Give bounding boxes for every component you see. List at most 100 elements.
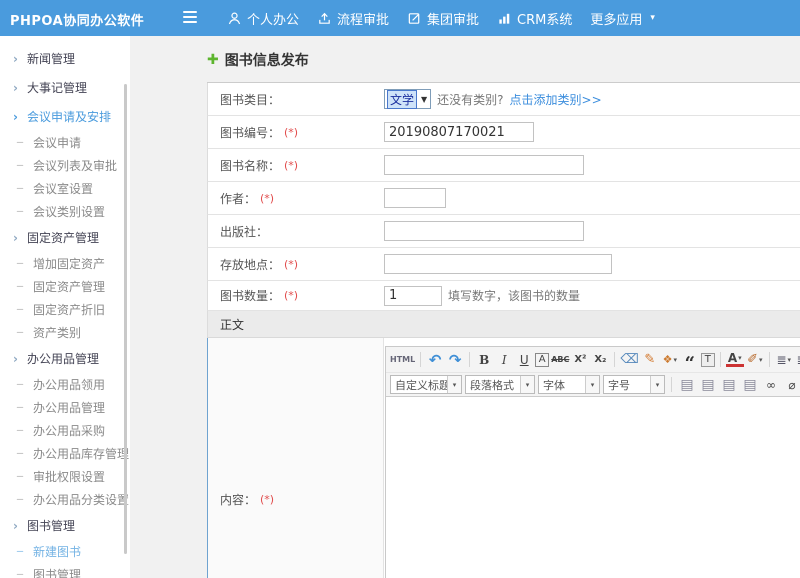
add-category-link[interactable]: 点击添加类别>> [510,91,602,108]
hamburger-menu-icon[interactable] [183,11,199,25]
nav-more-apps[interactable]: 更多应用 ▾ [590,9,655,28]
ordered-list-button[interactable]: ≣▾ [775,351,793,369]
sidebar-item-meeting-apply[interactable]: — 会议申请 [0,131,130,154]
font-size-select[interactable]: 字号 ▾ [603,375,665,394]
blockquote-button[interactable]: “ [681,351,699,369]
toolbar-separator [614,352,615,367]
align-left-button[interactable]: ▤ [678,376,696,394]
form-row-content: 内容： (*) HTML ↶ ↷ B I U A ABC [207,338,800,578]
sidebar-item-book-management[interactable]: › 图书管理 [0,511,130,540]
sidebar-label: 办公用品库存管理 [33,445,129,462]
sidebar-item-news-management[interactable]: › 新闻管理 [0,44,130,73]
main-content: ✚ 图书信息发布 图书类目： 文学 ▼ 还没有类别? 点击添加类别>> 图书编号… [130,36,800,578]
sidebar-item-supplies-purchase[interactable]: — 办公用品采购 [0,419,130,442]
sidebar-scrollbar[interactable] [124,84,127,554]
required-marker: (*) [260,192,274,205]
chevron-right-icon: › [13,519,18,533]
link-button[interactable]: ∞ [762,376,780,394]
sidebar-item-office-supplies-management[interactable]: › 办公用品管理 [0,344,130,373]
sidebar-label: 办公用品采购 [33,422,105,439]
sidebar-item-supplies-manage[interactable]: — 办公用品管理 [0,396,130,419]
html-source-button[interactable]: HTML [390,351,415,369]
sidebar-item-meeting-category-settings[interactable]: — 会议类别设置 [0,200,130,223]
sidebar-label: 办公用品领用 [33,376,105,393]
sidebar-item-supplies-category-settings[interactable]: — 办公用品分类设置 [0,488,130,511]
form-row-code: 图书编号： (*) [207,116,800,149]
compose-icon [407,11,422,26]
custom-heading-select[interactable]: 自定义标题 ▾ [390,375,462,394]
author-input[interactable] [384,188,446,208]
toolbar-separator [671,377,672,392]
quantity-input[interactable] [384,286,442,306]
dash-icon: — [17,137,24,148]
sidebar-item-meeting-management[interactable]: › 会议申请及安排 [0,102,130,131]
sidebar-label: 固定资产折旧 [33,301,105,318]
nav-label: CRM系统 [517,9,572,28]
body-section-header: 正文 [207,311,800,338]
location-input[interactable] [384,254,612,274]
sidebar-label: 增加固定资产 [33,255,105,272]
nav-personal-office[interactable]: 个人办公 [227,9,299,28]
toolbar-separator [469,352,470,367]
sidebar-item-approval-permission-settings[interactable]: — 审批权限设置 [0,465,130,488]
quick-format-button[interactable]: ❖▾ [661,351,679,369]
bold-button[interactable]: B [475,351,493,369]
underline-button[interactable]: U [515,351,533,369]
strikethrough-button[interactable]: ABC [551,351,569,369]
align-right-button[interactable]: ▤ [720,376,738,394]
unordered-list-button[interactable]: ≣▾ [795,351,800,369]
unlink-button[interactable]: ⌀ [783,376,800,394]
sidebar-item-book-manage[interactable]: — 图书管理 [0,563,130,578]
form-row-author: 作者： (*) [207,182,800,215]
category-hint: 还没有类别? [437,91,503,108]
sidebar-item-memorabilia-management[interactable]: › 大事记管理 [0,73,130,102]
category-select[interactable]: 文学 ▼ [384,89,431,109]
sidebar-label: 新闻管理 [27,50,75,67]
superscript-button[interactable]: X² [571,351,589,369]
paste-plain-button[interactable]: T [701,353,715,367]
sidebar-item-fixed-assets-management[interactable]: › 固定资产管理 [0,223,130,252]
redo-button[interactable]: ↷ [446,351,464,369]
text-color-button[interactable]: A▾ [726,352,744,367]
chevron-right-icon: › [13,352,18,366]
sidebar-item-meeting-list-approval[interactable]: — 会议列表及审批 [0,154,130,177]
sidebar-item-meeting-room-settings[interactable]: — 会议室设置 [0,177,130,200]
nav-group-approval[interactable]: 集团审批 [407,9,479,28]
dash-icon: — [17,471,24,482]
nav-workflow-approval[interactable]: 流程审批 [317,9,389,28]
nav-crm-system[interactable]: CRM系统 [497,9,572,28]
chevron-right-icon: › [13,110,18,124]
sidebar-label: 新建图书 [33,543,81,560]
font-family-select[interactable]: 字体 ▾ [538,375,600,394]
subscript-button[interactable]: X₂ [591,351,609,369]
toolbar-separator [420,352,421,367]
sidebar-item-supplies-inventory[interactable]: — 办公用品库存管理 [0,442,130,465]
undo-button[interactable]: ↶ [426,351,444,369]
book-name-input[interactable] [384,155,584,175]
sidebar-item-add-fixed-asset[interactable]: — 增加固定资产 [0,252,130,275]
editor-content-area[interactable] [386,397,800,578]
sidebar-item-asset-category[interactable]: — 资产类别 [0,321,130,344]
align-justify-button[interactable]: ▤ [741,376,759,394]
dash-icon: — [17,494,24,505]
align-center-button[interactable]: ▤ [699,376,717,394]
highlight-color-button[interactable]: ✐▾ [746,351,764,369]
book-code-input[interactable] [384,122,534,142]
remove-format-button[interactable]: ⌫ [620,351,638,369]
sidebar-item-fixed-asset-depreciation[interactable]: — 固定资产折旧 [0,298,130,321]
nav-label: 个人办公 [247,9,299,28]
editor-toolbar-row2: 自定义标题 ▾ 段落格式 ▾ 字体 ▾ 字号 ▾ [386,372,800,397]
format-painter-button[interactable]: ✎ [641,351,659,369]
dash-icon: — [17,425,24,436]
paragraph-format-select[interactable]: 段落格式 ▾ [465,375,535,394]
select-arrow-icon: ▼ [421,95,427,104]
sidebar-item-fixed-asset-manage[interactable]: — 固定资产管理 [0,275,130,298]
sidebar-item-supplies-claim[interactable]: — 办公用品领用 [0,373,130,396]
dash-icon: — [17,183,24,194]
publisher-label: 出版社： [208,223,384,240]
form-row-publisher: 出版社： [207,215,800,248]
italic-button[interactable]: I [495,351,513,369]
publisher-input[interactable] [384,221,584,241]
font-name-button[interactable]: A [535,353,549,367]
sidebar-item-new-book[interactable]: — 新建图书 [0,540,130,563]
